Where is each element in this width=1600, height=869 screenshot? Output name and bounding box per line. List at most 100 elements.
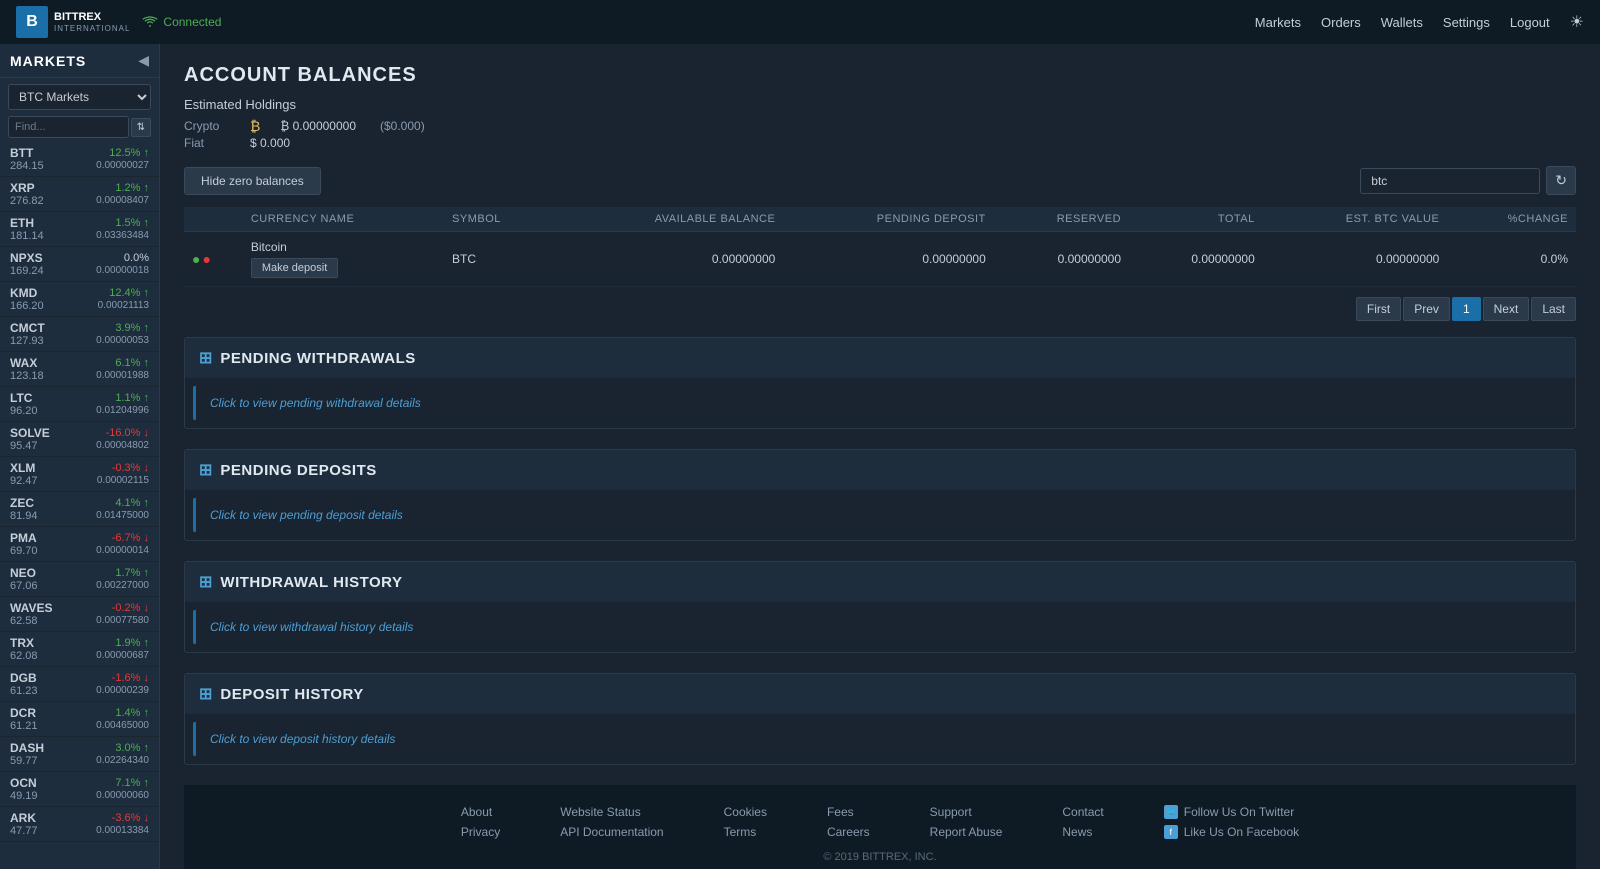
market-item[interactable]: TRX 1.9% ↑ 62.08 0.00000687 — [0, 632, 159, 667]
footer-link[interactable]: Report Abuse — [930, 825, 1003, 839]
market-change: -0.2% ↓ — [112, 602, 149, 614]
market-item[interactable]: XRP 1.2% ↑ 276.82 0.00008407 — [0, 177, 159, 212]
refresh-button[interactable]: ↻ — [1546, 166, 1576, 195]
market-item[interactable]: ETH 1.5% ↑ 181.14 0.03363484 — [0, 212, 159, 247]
market-item[interactable]: NEO 1.7% ↑ 67.06 0.00227000 — [0, 562, 159, 597]
market-item[interactable]: CMCT 3.9% ↑ 127.93 0.00000053 — [0, 317, 159, 352]
withdraw-icon[interactable]: ● — [202, 251, 210, 267]
table-body: ● ● Bitcoin Make deposit BTC 0.00000000 … — [184, 232, 1576, 287]
market-btc: 0.00000018 — [96, 265, 149, 277]
last-page-button[interactable]: Last — [1531, 297, 1576, 321]
sidebar-collapse-btn[interactable]: ◀ — [138, 52, 149, 69]
footer-link[interactable]: Cookies — [724, 805, 767, 819]
nav-settings[interactable]: Settings — [1443, 15, 1490, 30]
nav-markets[interactable]: Markets — [1255, 15, 1301, 30]
market-btc: 0.00000053 — [96, 335, 149, 347]
theme-icon[interactable]: ☀ — [1570, 12, 1584, 32]
market-item[interactable]: DCR 1.4% ↑ 61.21 0.00465000 — [0, 702, 159, 737]
footer-link[interactable]: Contact — [1062, 805, 1103, 819]
make-deposit-button[interactable]: Make deposit — [251, 258, 338, 278]
market-price: 47.77 — [10, 825, 38, 837]
footer-link[interactable]: Privacy — [461, 825, 500, 839]
market-item[interactable]: LTC 1.1% ↑ 96.20 0.01204996 — [0, 387, 159, 422]
prev-page-button[interactable]: Prev — [1403, 297, 1450, 321]
section-link-pending-deposits[interactable]: Click to view pending deposit details — [210, 508, 403, 522]
market-item[interactable]: ZEC 4.1% ↑ 81.94 0.01475000 — [0, 492, 159, 527]
footer-link[interactable]: About — [461, 805, 500, 819]
market-item[interactable]: KMD 12.4% ↑ 166.20 0.00021113 — [0, 282, 159, 317]
market-name: DGB — [10, 671, 37, 685]
footer-link[interactable]: API Documentation — [560, 825, 663, 839]
cell-reserved: 0.00000000 — [994, 232, 1129, 287]
section-header-deposit-history[interactable]: ⊞ DEPOSIT HISTORY — [185, 674, 1575, 714]
market-item[interactable]: XLM -0.3% ↓ 92.47 0.00002115 — [0, 457, 159, 492]
sort-button[interactable]: ⇅ — [131, 118, 151, 137]
market-dropdown[interactable]: BTC Markets ETH Markets USD Markets — [8, 84, 151, 110]
section-title-pending-deposits: PENDING DEPOSITS — [220, 462, 376, 479]
footer-link[interactable]: Terms — [724, 825, 767, 839]
footer-link[interactable]: Website Status — [560, 805, 663, 819]
sidebar-search-input[interactable] — [8, 116, 129, 138]
footer-link[interactable]: Careers — [827, 825, 870, 839]
nav-left: B BITTREX INTERNATIONAL Connected — [16, 6, 221, 38]
market-list: BTT 12.5% ↑ 284.15 0.00000027 XRP 1.2% ↑… — [0, 142, 159, 842]
footer: About Privacy Website Status API Documentat… — [184, 785, 1576, 869]
hide-zero-button[interactable]: Hide zero balances — [184, 167, 321, 195]
footer-link[interactable]: Support — [930, 805, 1003, 819]
market-name: OCN — [10, 776, 37, 790]
social-link[interactable]: fLike Us On Facebook — [1164, 825, 1299, 839]
section-header-withdrawal-history[interactable]: ⊞ WITHDRAWAL HISTORY — [185, 562, 1575, 602]
footer-col: Cookies Terms — [724, 805, 767, 839]
current-page-button[interactable]: 1 — [1452, 297, 1481, 321]
section-header-pending-deposits[interactable]: ⊞ PENDING DEPOSITS — [185, 450, 1575, 490]
market-item[interactable]: DASH 3.0% ↑ 59.77 0.02264340 — [0, 737, 159, 772]
market-item[interactable]: PMA -6.7% ↓ 69.70 0.00000014 — [0, 527, 159, 562]
currency-name: Bitcoin — [251, 240, 436, 254]
market-btc: 0.00002115 — [97, 475, 149, 487]
market-item[interactable]: SOLVE -16.0% ↓ 95.47 0.00004802 — [0, 422, 159, 457]
market-item[interactable]: WAVES -0.2% ↓ 62.58 0.00077580 — [0, 597, 159, 632]
market-item[interactable]: WAX 6.1% ↑ 123.18 0.00001988 — [0, 352, 159, 387]
market-change: 1.9% ↑ — [115, 637, 149, 649]
expand-icon-withdrawal-history: ⊞ — [199, 572, 212, 592]
footer-link[interactable]: News — [1062, 825, 1103, 839]
search-box: ↻ — [1360, 166, 1576, 195]
section-header-pending-withdrawals[interactable]: ⊞ PENDING WITHDRAWALS — [185, 338, 1575, 378]
market-item[interactable]: DGB -1.6% ↓ 61.23 0.00000239 — [0, 667, 159, 702]
balance-search-input[interactable] — [1360, 168, 1540, 194]
sidebar-title: MARKETS — [10, 53, 86, 69]
market-btc: 0.00004802 — [96, 440, 149, 452]
market-change: 1.2% ↑ — [115, 182, 149, 194]
market-price: 62.08 — [10, 650, 38, 662]
expand-icon-pending-withdrawals: ⊞ — [199, 348, 212, 368]
market-item[interactable]: ARK -3.6% ↓ 47.77 0.00013384 — [0, 807, 159, 842]
footer-link[interactable]: Fees — [827, 805, 870, 819]
deposit-icon[interactable]: ● — [192, 251, 200, 267]
first-page-button[interactable]: First — [1356, 297, 1401, 321]
section-body-deposit-history: Click to view deposit history details — [193, 722, 1567, 756]
market-item[interactable]: NPXS 0.0% 169.24 0.00000018 — [0, 247, 159, 282]
section-link-withdrawal-history[interactable]: Click to view withdrawal history details — [210, 620, 413, 634]
market-item[interactable]: BTT 12.5% ↑ 284.15 0.00000027 — [0, 142, 159, 177]
main-content: ACCOUNT BALANCES Estimated Holdings Cryp… — [160, 44, 1600, 869]
nav-orders[interactable]: Orders — [1321, 15, 1361, 30]
next-page-button[interactable]: Next — [1483, 297, 1530, 321]
nav-right: Markets Orders Wallets Settings Logout ☀ — [1255, 12, 1584, 32]
market-name: XRP — [10, 181, 35, 195]
section-link-pending-withdrawals[interactable]: Click to view pending withdrawal details — [210, 396, 421, 410]
section-body-pending-withdrawals: Click to view pending withdrawal details — [193, 386, 1567, 420]
nav-wallets[interactable]: Wallets — [1381, 15, 1423, 30]
nav-logout[interactable]: Logout — [1510, 15, 1550, 30]
market-item[interactable]: OCN 7.1% ↑ 49.19 0.00000060 — [0, 772, 159, 807]
section-withdrawal-history: ⊞ WITHDRAWAL HISTORY Click to view withd… — [184, 561, 1576, 653]
market-price: 166.20 — [10, 300, 44, 312]
market-btc: 0.00001988 — [96, 370, 149, 382]
th-available-balance: AVAILABLE BALANCE — [553, 207, 783, 232]
cell-est-btc-value: 0.00000000 — [1263, 232, 1448, 287]
table-row: ● ● Bitcoin Make deposit BTC 0.00000000 … — [184, 232, 1576, 287]
market-change: 1.7% ↑ — [115, 567, 149, 579]
social-link[interactable]: 🐦Follow Us On Twitter — [1164, 805, 1299, 819]
section-body-withdrawal-history: Click to view withdrawal history details — [193, 610, 1567, 644]
market-change: 1.5% ↑ — [115, 217, 149, 229]
section-link-deposit-history[interactable]: Click to view deposit history details — [210, 732, 395, 746]
